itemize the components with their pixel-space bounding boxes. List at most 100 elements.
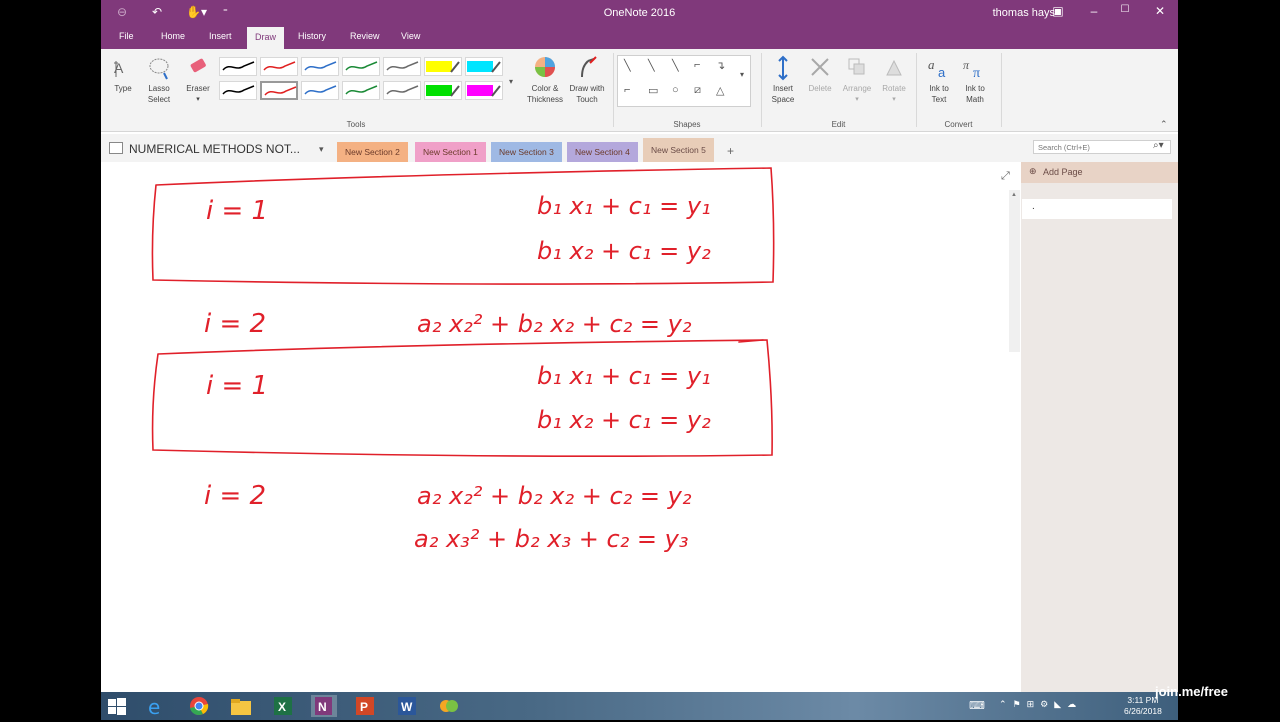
scroll-up-icon[interactable]: ▲ [1011, 192, 1017, 198]
ink-to-math-label: Ink to Math [965, 84, 985, 104]
notebook-dropdown-icon[interactable]: ▾ [319, 144, 324, 155]
page-scrollbar[interactable]: ▲ [1009, 190, 1020, 352]
pen-swatch[interactable] [260, 81, 298, 100]
user-name[interactable]: thomas hays [993, 7, 1055, 19]
ribbon-display-options-icon[interactable]: ▣ [1048, 4, 1068, 18]
section-tab[interactable]: New Section 5 [643, 138, 714, 162]
axis-shape-icon[interactable]: ⌐ [694, 59, 700, 71]
group-separator [761, 53, 762, 127]
maximize-button[interactable]: ☐ [1115, 4, 1135, 15]
insert-space-icon [766, 55, 800, 81]
word-icon[interactable]: W [395, 695, 421, 717]
add-page-label: Add Page [1043, 167, 1083, 177]
powerpoint-icon[interactable]: P [353, 695, 379, 717]
onenote-taskbar-icon[interactable]: N [311, 695, 337, 717]
collapse-ribbon-icon[interactable]: ⌃ [1160, 119, 1168, 130]
pen-swatch[interactable] [465, 57, 503, 76]
delete-x-icon [805, 55, 835, 81]
eraser-button[interactable]: Eraser ▾ [183, 55, 213, 105]
add-section-button[interactable]: + [727, 144, 734, 158]
pen-swatch[interactable] [301, 81, 339, 100]
pen-swatch[interactable] [260, 57, 298, 76]
color-thickness-button[interactable]: Color & Thickness [526, 55, 564, 105]
add-page-button[interactable]: ⊕ Add Page [1021, 162, 1178, 183]
chrome-icon[interactable] [187, 695, 213, 717]
shapes-more-icon[interactable]: ▾ [740, 70, 744, 79]
joinme-watermark: join.me/free [1155, 684, 1228, 699]
tab-file[interactable]: File [119, 31, 134, 41]
pen-swatch[interactable] [342, 57, 380, 76]
ink-to-math-button[interactable]: ππ Ink to Math [959, 55, 991, 105]
delete-button[interactable]: Delete [805, 55, 835, 94]
pen-swatch[interactable] [424, 57, 462, 76]
axis-arrow-shape-icon[interactable]: ↴ [716, 59, 725, 72]
tab-home[interactable]: Home [161, 31, 185, 41]
ink-to-text-button[interactable]: aa Ink to Text [923, 55, 955, 105]
pen-swatch[interactable] [301, 57, 339, 76]
search-icon[interactable]: ⌕▾ [1153, 140, 1164, 151]
add-page-icon: ⊕ [1029, 166, 1037, 176]
eraser-dropdown-icon[interactable]: ▾ [183, 94, 213, 105]
section-tab[interactable]: New Section 1 [415, 142, 486, 162]
pen-swatch[interactable] [383, 57, 421, 76]
ink-text: b₁ x₁ + c₁ = y₁ [537, 192, 711, 220]
notebook-name[interactable]: NUMERICAL METHODS NOT... [129, 142, 300, 156]
pen-swatch[interactable] [465, 81, 503, 100]
ellipse-shape-icon[interactable]: ○ [672, 84, 679, 96]
rotate-button[interactable]: Rotate ▾ [878, 55, 910, 105]
ink-text: b₁ x₂ + c₁ = y₂ [537, 237, 711, 265]
pen-swatch[interactable] [383, 81, 421, 100]
eraser-label: Eraser [186, 84, 210, 93]
tab-insert[interactable]: Insert [209, 31, 232, 41]
draw-with-touch-button[interactable]: Draw with Touch [566, 55, 608, 105]
corner-axis-shape-icon[interactable]: ⌐ [624, 84, 630, 96]
arrange-button[interactable]: Arrange ▾ [839, 55, 875, 105]
pen-swatch[interactable] [342, 81, 380, 100]
file-explorer-icon[interactable] [229, 695, 255, 717]
keyboard-icon[interactable]: ⌨ [969, 699, 985, 712]
search-input[interactable]: Search (Ctrl+E) [1033, 140, 1171, 154]
system-tray-icons[interactable]: ⌃⚑⊞⚙◣☁ [999, 699, 1082, 710]
svg-text:W: W [401, 700, 413, 714]
section-tab[interactable]: New Section 4 [567, 142, 638, 162]
windows-start-icon[interactable] [105, 695, 131, 717]
notebook-icon[interactable] [109, 142, 123, 154]
arrow-shape-icon[interactable]: ╲ [648, 59, 655, 72]
double-arrow-shape-icon[interactable]: ╲ [672, 59, 679, 72]
pen-swatch[interactable] [219, 81, 257, 100]
minimize-button[interactable]: – [1084, 4, 1104, 18]
svg-text:a: a [928, 57, 935, 72]
rotate-icon [878, 55, 910, 81]
page-canvas[interactable]: ⤢ i = 1 b₁ x₁ + c₁ = y₁ b₁ x₂ + c₁ = y₂ … [101, 162, 1021, 692]
convert-group-label: Convert [944, 120, 973, 129]
tab-review[interactable]: Review [350, 31, 380, 41]
tab-view[interactable]: View [401, 31, 420, 41]
page-list-item[interactable]: . [1022, 199, 1172, 219]
insert-space-button[interactable]: Insert Space [766, 55, 800, 105]
lasso-select-button[interactable]: Lasso Select [144, 55, 174, 105]
eraser-icon [183, 55, 213, 81]
arrange-icon [839, 55, 875, 81]
joinme-icon[interactable] [437, 695, 463, 717]
pen-swatch[interactable] [424, 81, 462, 100]
tab-draw[interactable]: Draw [247, 27, 285, 49]
line-shape-icon[interactable]: ╲ [624, 59, 631, 72]
section-tab[interactable]: New Section 2 [337, 142, 408, 162]
ink-to-text-icon: aa [923, 55, 955, 81]
pen-gallery-more-icon[interactable]: ▾ [509, 77, 513, 86]
pen-swatch[interactable] [219, 57, 257, 76]
group-separator [1001, 53, 1002, 127]
close-button[interactable]: ✕ [1150, 4, 1170, 18]
touch-draw-icon [566, 55, 608, 81]
draw-with-touch-label: Draw with Touch [569, 84, 605, 104]
tab-history[interactable]: History [298, 31, 326, 41]
section-tab[interactable]: New Section 3 [491, 142, 562, 162]
type-button[interactable]: A Type [109, 55, 137, 94]
excel-icon[interactable]: X [271, 695, 297, 717]
svg-text:N: N [318, 700, 327, 714]
shapes-gallery[interactable]: ╲ ╲ ╲ ⌐ ↴ ⌐ ▭ ○ ⧄ △ ▾ [617, 55, 751, 107]
rectangle-shape-icon[interactable]: ▭ [648, 84, 658, 97]
triangle-shape-icon[interactable]: △ [716, 84, 724, 97]
parallelogram-shape-icon[interactable]: ⧄ [694, 84, 701, 97]
edge-browser-icon[interactable]: e [145, 695, 171, 719]
